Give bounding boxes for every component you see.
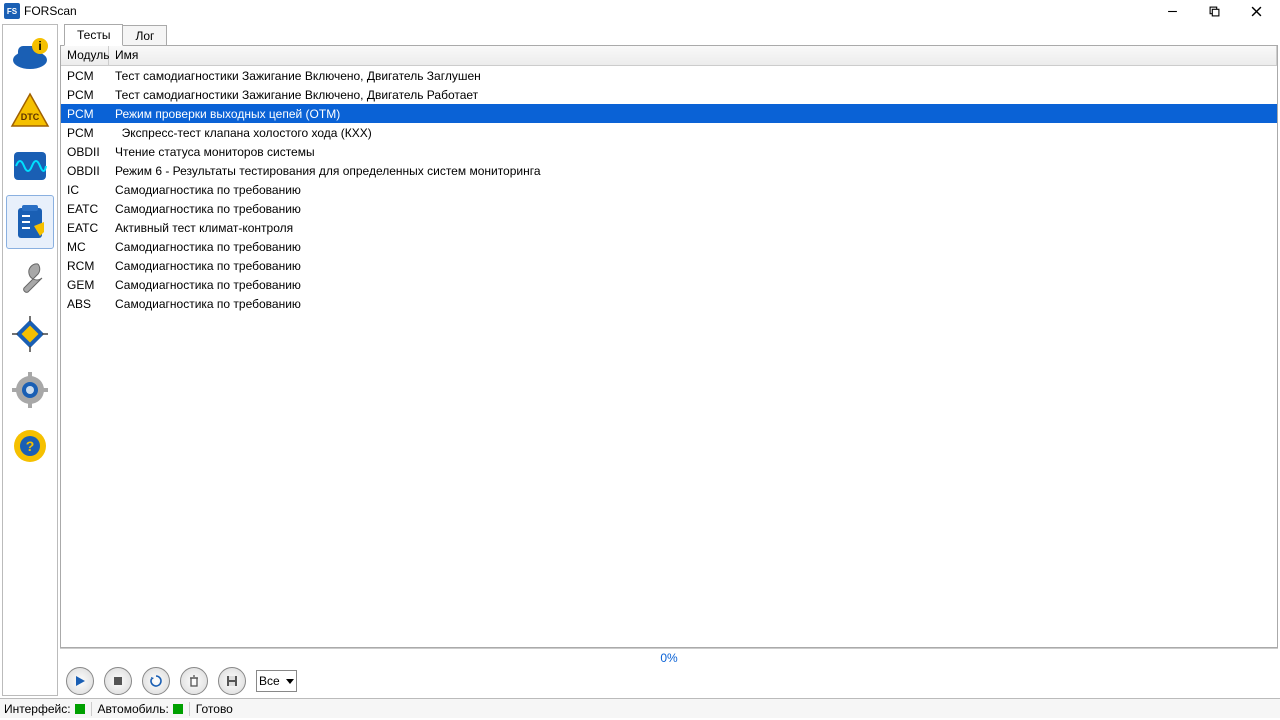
cell-module: RCM (61, 258, 109, 274)
minimize-button[interactable] (1160, 3, 1184, 19)
play-button[interactable] (66, 667, 94, 695)
bottom-toolbar: Все (60, 666, 1278, 696)
app-icon: FS (4, 3, 20, 19)
table-header: Модуль Имя (61, 46, 1277, 66)
table-row[interactable]: EATCАктивный тест климат-контроля (61, 218, 1277, 237)
sidebar-settings[interactable] (6, 363, 54, 417)
cell-module: PCM (61, 87, 109, 103)
table-row[interactable]: EATCСамодиагностика по требованию (61, 199, 1277, 218)
table-row[interactable]: MCСамодиагностика по требованию (61, 237, 1277, 256)
cell-name: Самодиагностика по требованию (109, 258, 1277, 274)
cell-name: Самодиагностика по требованию (109, 277, 1277, 293)
col-module[interactable]: Модуль (61, 46, 109, 65)
cell-name: Чтение статуса мониторов системы (109, 144, 1277, 160)
table-row[interactable]: ABSСамодиагностика по требованию (61, 294, 1277, 313)
sidebar-service[interactable] (6, 251, 54, 305)
chevron-down-icon (286, 677, 294, 685)
svg-text:?: ? (26, 438, 35, 454)
titlebar: FS FORScan (0, 0, 1280, 22)
sidebar-chip[interactable] (6, 307, 54, 361)
window-controls (1160, 3, 1276, 19)
col-name[interactable]: Имя (109, 46, 1277, 65)
cell-module: PCM (61, 68, 109, 84)
cell-name: Тест самодиагностики Зажигание Включено,… (109, 68, 1277, 84)
sidebar-live-data[interactable] (6, 139, 54, 193)
svg-text:DTC: DTC (21, 112, 40, 122)
status-ready: Готово (196, 702, 239, 716)
sidebar: i DTC ? (2, 24, 58, 696)
status-vehicle: Автомобиль: (98, 702, 190, 716)
close-button[interactable] (1244, 3, 1268, 19)
cell-name: Тест самодиагностики Зажигание Включено,… (109, 87, 1277, 103)
cell-module: IC (61, 182, 109, 198)
tab-tests[interactable]: Тесты (64, 24, 123, 46)
cell-module: EATC (61, 220, 109, 236)
tests-table: Модуль Имя PCMТест самодиагностики Зажиг… (60, 45, 1278, 648)
filter-dropdown[interactable]: Все (256, 670, 297, 692)
cell-name: Экспресс-тест клапана холостого хода (КХ… (109, 125, 1277, 141)
cell-name: Активный тест климат-контроля (109, 220, 1277, 236)
statusbar: Интерфейс: Автомобиль: Готово (0, 698, 1280, 718)
cell-name: Самодиагностика по требованию (109, 239, 1277, 255)
window-title: FORScan (24, 4, 1160, 18)
cell-name: Режим 6 - Результаты тестирования для оп… (109, 163, 1277, 179)
refresh-button[interactable] (142, 667, 170, 695)
cell-module: EATC (61, 201, 109, 217)
sidebar-vehicle-info[interactable]: i (6, 27, 54, 81)
table-row[interactable]: RCMСамодиагностика по требованию (61, 256, 1277, 275)
clear-button[interactable] (180, 667, 208, 695)
cell-name: Самодиагностика по требованию (109, 201, 1277, 217)
cell-module: OBDII (61, 163, 109, 179)
progress-bar: 0% (60, 648, 1278, 666)
cell-name: Режим проверки выходных цепей (OTM) (109, 106, 1277, 122)
table-row[interactable]: PCMРежим проверки выходных цепей (OTM) (61, 104, 1277, 123)
table-row[interactable]: PCMТест самодиагностики Зажигание Включе… (61, 85, 1277, 104)
svg-text:i: i (38, 39, 41, 53)
sidebar-tests[interactable] (6, 195, 54, 249)
stop-button[interactable] (104, 667, 132, 695)
status-interface: Интерфейс: (4, 702, 92, 716)
cell-module: MC (61, 239, 109, 255)
cell-module: PCM (61, 125, 109, 141)
status-indicator-icon (75, 704, 85, 714)
filter-value: Все (259, 674, 280, 688)
cell-module: GEM (61, 277, 109, 293)
save-button[interactable] (218, 667, 246, 695)
table-row[interactable]: PCM Экспресс-тест клапана холостого хода… (61, 123, 1277, 142)
tab-strip: Тесты Лог (60, 24, 1278, 46)
table-row[interactable]: OBDIIРежим 6 - Результаты тестирования д… (61, 161, 1277, 180)
cell-module: PCM (61, 106, 109, 122)
status-indicator-icon (173, 704, 183, 714)
table-row[interactable]: OBDIIЧтение статуса мониторов системы (61, 142, 1277, 161)
cell-name: Самодиагностика по требованию (109, 182, 1277, 198)
table-row[interactable]: PCMТест самодиагностики Зажигание Включе… (61, 66, 1277, 85)
cell-module: OBDII (61, 144, 109, 160)
table-row[interactable]: GEMСамодиагностика по требованию (61, 275, 1277, 294)
tab-log[interactable]: Лог (122, 25, 167, 46)
table-row[interactable]: ICСамодиагностика по требованию (61, 180, 1277, 199)
cell-module: ABS (61, 296, 109, 312)
sidebar-dtc[interactable]: DTC (6, 83, 54, 137)
maximize-button[interactable] (1202, 3, 1226, 19)
main-panel: Тесты Лог Модуль Имя PCMТест самодиагнос… (60, 24, 1278, 696)
sidebar-help[interactable]: ? (6, 419, 54, 473)
cell-name: Самодиагностика по требованию (109, 296, 1277, 312)
